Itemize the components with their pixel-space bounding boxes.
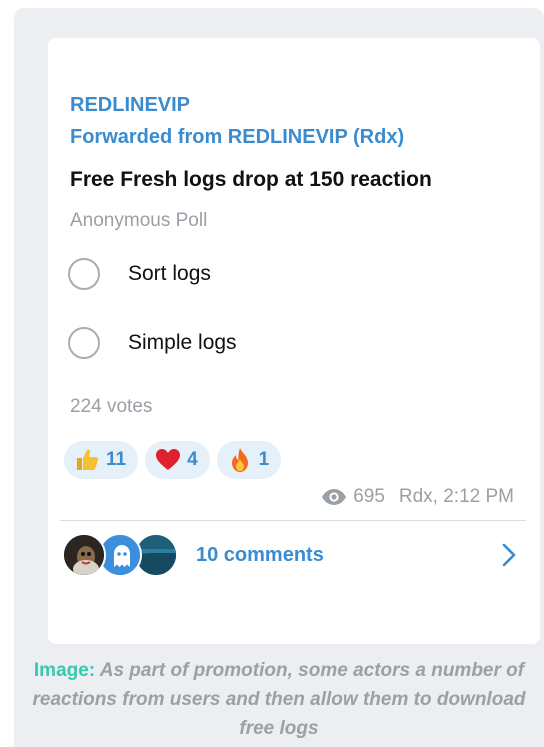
comments-count-label[interactable]: 10 comments <box>196 544 324 567</box>
caption-text: As part of promotion, some actors a numb… <box>32 660 526 739</box>
poll-option-sort-logs[interactable]: Sort logs <box>68 258 211 290</box>
telegram-message-card: REDLINEVIP Forwarded from REDLINEVIP (Rd… <box>48 38 540 644</box>
poll-question: Free Fresh logs drop at 150 reaction <box>70 168 432 191</box>
radio-button[interactable] <box>68 327 100 359</box>
reaction-fire[interactable]: 1 <box>216 441 282 479</box>
poll-option-label: Simple logs <box>128 331 237 354</box>
vote-count: 224 votes <box>70 396 153 417</box>
reactions-bar: 11 4 1 <box>64 441 282 479</box>
reaction-thumbs-up[interactable]: 11 <box>64 441 139 479</box>
poll-option-simple-logs[interactable]: Simple logs <box>68 327 237 359</box>
poll-option-label: Sort logs <box>128 262 211 285</box>
reaction-heart[interactable]: 4 <box>145 441 210 479</box>
message-meta: 695 Rdx, 2:12 PM <box>321 486 514 508</box>
caption-label: Image: <box>33 660 96 681</box>
commenter-avatars <box>62 533 182 577</box>
view-count: 695 <box>353 486 385 507</box>
comments-button[interactable]: 10 comments <box>62 532 516 578</box>
eye-icon <box>321 488 347 506</box>
forwarded-from-link[interactable]: Forwarded from REDLINEVIP (Rdx) <box>70 126 404 149</box>
divider <box>60 520 526 521</box>
fire-icon <box>227 447 253 473</box>
reaction-count: 4 <box>187 449 198 470</box>
chevron-right-icon[interactable] <box>502 543 516 572</box>
image-caption: Image: As part of promotion, some actors… <box>14 656 544 743</box>
reaction-count: 1 <box>258 449 270 470</box>
figure-panel: REDLINEVIP Forwarded from REDLINEVIP (Rd… <box>14 8 544 747</box>
avatar <box>62 533 106 577</box>
radio-button[interactable] <box>68 258 100 290</box>
channel-name[interactable]: REDLINEVIP <box>70 94 190 117</box>
reaction-count: 11 <box>106 449 127 470</box>
author-timestamp: Rdx, 2:12 PM <box>398 486 514 507</box>
poll-type-label: Anonymous Poll <box>70 210 208 231</box>
red-heart-icon <box>155 447 181 473</box>
thumbs-up-icon <box>74 447 100 473</box>
